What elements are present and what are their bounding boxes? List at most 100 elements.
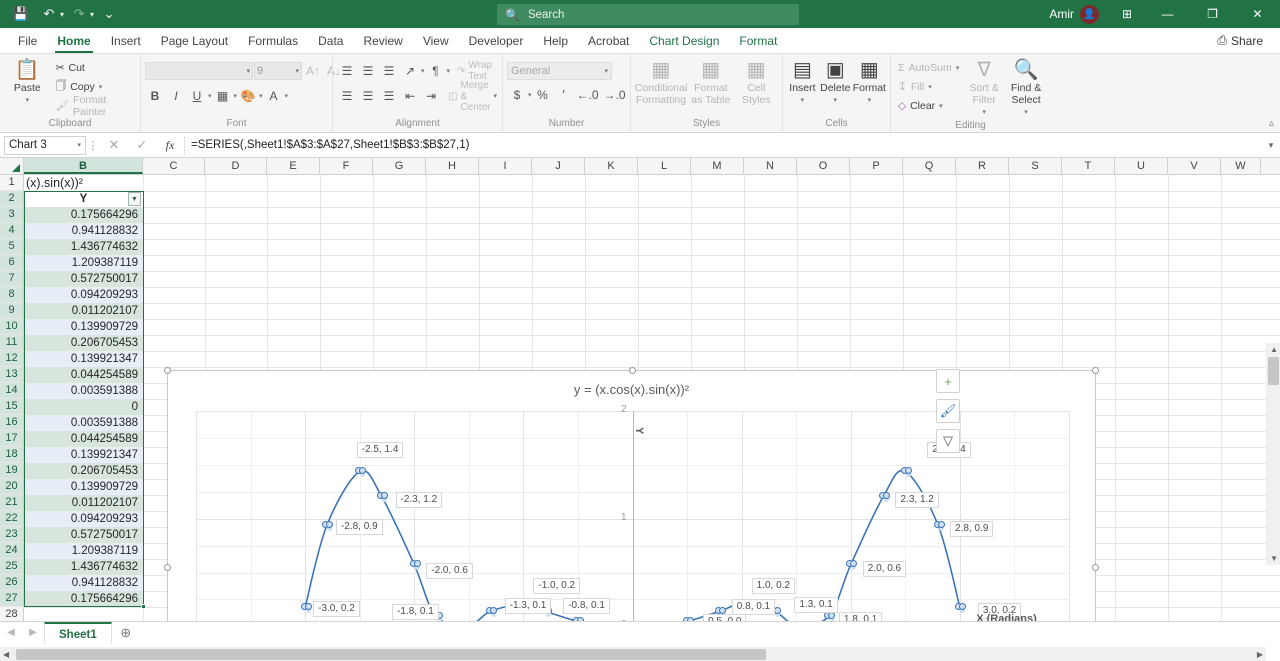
decrease-indent-button[interactable]: ⇤ [400,86,420,106]
scroll-right-icon[interactable]: ▶ [1257,650,1263,659]
fill-dropdown-icon[interactable]: ▾ [928,83,932,91]
data-point-marker[interactable] [955,602,967,612]
data-label[interactable]: 1.0, 0.2 [751,578,795,595]
undo-dropdown-icon[interactable]: ▾ [60,10,64,19]
data-label[interactable]: 1.3, 0.1 [794,597,838,614]
borders-icon[interactable]: ▦ [213,86,233,106]
text-direction-dropdown-icon[interactable]: ▾ [447,67,451,75]
cell-B5[interactable]: 1.436774632 [24,239,143,255]
data-point-marker[interactable] [355,467,367,476]
row-header-3[interactable]: 3 [0,207,24,223]
tab-chart-design[interactable]: Chart Design [639,30,729,53]
align-bottom-button[interactable]: ☰ [379,61,399,81]
increase-decimal-icon[interactable]: ←.0 [575,85,601,105]
column-header-J[interactable]: J [532,158,585,174]
save-icon[interactable]: 💾 [8,3,34,25]
resize-handle-n[interactable] [629,367,636,374]
data-point-marker[interactable] [300,602,312,612]
align-middle-button[interactable]: ☰ [358,61,378,81]
tab-home[interactable]: Home [47,30,100,53]
orientation-dropdown-icon[interactable]: ▾ [421,67,425,75]
increase-indent-button[interactable]: ⇥ [421,86,441,106]
row-header-10[interactable]: 10 [0,319,24,335]
number-format-select[interactable]: General ▾ [507,61,612,80]
text-direction-icon[interactable]: ¶ [426,61,446,81]
align-right-button[interactable]: ☰ [379,86,399,106]
previous-sheet-button[interactable]: ◀ [0,627,22,638]
tab-page-layout[interactable]: Page Layout [151,30,238,53]
clear-dropdown-icon[interactable]: ▾ [939,102,943,110]
cell-B12[interactable]: 0.139921347 [24,351,143,367]
data-point-marker[interactable] [322,520,334,530]
redo-icon[interactable]: ↷ [66,3,92,25]
chart-elements-button[interactable]: + [936,369,960,393]
horizontal-scrollbar[interactable]: ◀ ▶ [0,647,1266,661]
cell-B18[interactable]: 0.139921347 [24,447,143,463]
clear-button[interactable]: ◇ Clear ▾ [895,97,962,114]
currency-dropdown-icon[interactable]: ▾ [528,91,532,99]
font-size-input[interactable]: 9 ▾ [254,62,302,80]
scroll-down-icon[interactable]: ▼ [1270,554,1278,563]
cell-B3[interactable]: 0.175664296 [24,207,143,223]
name-box-dropdown-icon[interactable]: ▾ [77,141,81,149]
paste-dropdown-icon[interactable]: ▾ [26,95,30,107]
next-sheet-button[interactable]: ▶ [22,627,44,638]
italic-button[interactable]: I [166,86,186,106]
cell-B21[interactable]: 0.011202107 [24,495,143,511]
column-header-V[interactable]: V [1168,158,1221,174]
autosum-button[interactable]: Σ AutoSum ▾ [895,59,962,76]
format-dropdown-icon[interactable]: ▾ [868,95,872,107]
redo-dropdown-icon[interactable]: ▾ [90,10,94,19]
column-header-U[interactable]: U [1115,158,1168,174]
horizontal-scroll-thumb[interactable] [16,648,766,660]
cancel-icon[interactable]: ✕ [100,137,128,153]
find-select-dropdown-icon[interactable]: ▾ [1024,107,1028,119]
row-header-16[interactable]: 16 [0,415,24,431]
cell-B22[interactable]: 0.094209293 [24,511,143,527]
data-label[interactable]: 0.8, 0.1 [731,599,776,616]
copy-dropdown-icon[interactable]: ▾ [99,83,103,91]
row-header-11[interactable]: 11 [0,335,24,351]
column-header-R[interactable]: R [956,158,1009,174]
tab-file[interactable]: File [8,30,47,53]
row-header-25[interactable]: 25 [0,559,24,575]
data-point-marker[interactable] [573,617,585,621]
orientation-icon[interactable]: ↗ [400,61,420,81]
data-point-marker[interactable] [900,467,912,476]
column-header-K[interactable]: K [585,158,638,174]
cell-B10[interactable]: 0.139909729 [24,319,143,335]
row-header-27[interactable]: 27 [0,591,24,607]
underline-button[interactable]: U [187,86,207,106]
font-name-dropdown-icon[interactable]: ▾ [246,67,250,75]
cell-B7[interactable]: 0.572750017 [24,271,143,287]
bold-button[interactable]: B [145,86,165,106]
merge-dropdown-icon[interactable]: ▾ [493,92,497,100]
column-header-F[interactable]: F [320,158,373,174]
data-point-marker[interactable] [878,491,890,501]
scroll-left-icon[interactable]: ◀ [3,650,9,659]
wrap-text-button[interactable]: ↷ Wrap Text [451,60,498,82]
row-header-23[interactable]: 23 [0,527,24,543]
minimize-button[interactable]: — [1145,0,1190,28]
font-name-input[interactable]: ▾ [145,62,253,80]
close-button[interactable]: ✕ [1235,0,1280,28]
column-header-C[interactable]: C [143,158,205,174]
row-header-22[interactable]: 22 [0,511,24,527]
tab-view[interactable]: View [413,30,459,53]
data-label[interactable]: 1.8, 0.1 [838,612,883,621]
fill-color-dropdown-icon[interactable]: ▾ [259,92,263,100]
resize-handle-nw[interactable] [164,367,171,374]
resize-handle-w[interactable] [164,564,171,571]
data-point-marker[interactable] [846,560,858,569]
expand-formula-bar-icon[interactable]: ▾ [1262,140,1280,151]
tab-review[interactable]: Review [353,30,412,53]
data-point-marker[interactable] [377,491,388,501]
row-header-2[interactable]: 2 [0,191,24,207]
row-header-12[interactable]: 12 [0,351,24,367]
scroll-up-icon[interactable]: ▲ [1270,345,1278,354]
cell-B9[interactable]: 0.011202107 [24,303,143,319]
paste-button[interactable]: 📋 Paste ▾ [4,57,51,107]
align-center-button[interactable]: ☰ [358,86,378,106]
data-label[interactable]: 2.8, 0.9 [950,521,994,537]
chart-filters-button[interactable]: ▽ [936,429,960,453]
